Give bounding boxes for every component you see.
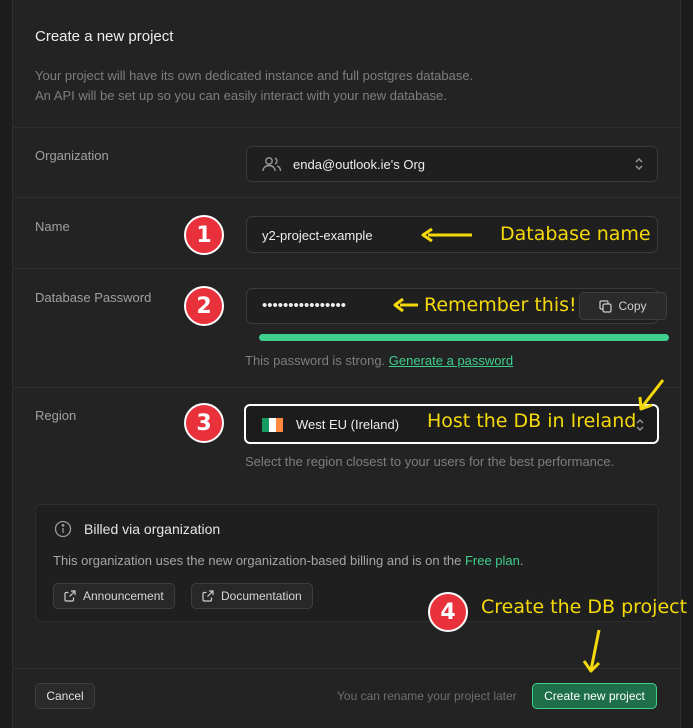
annotation-database-name: Database name	[500, 223, 651, 245]
info-icon	[54, 520, 72, 538]
step-1-badge: 1	[184, 215, 224, 255]
description-line-2: An API will be set up so you can easily …	[35, 88, 447, 103]
copy-icon	[599, 299, 613, 313]
password-strength-bar	[259, 334, 669, 341]
dialog-title: Create a new project	[35, 28, 174, 45]
region-value: West EU (Ireland)	[296, 417, 400, 432]
external-link-icon	[64, 590, 76, 602]
documentation-label: Documentation	[221, 589, 302, 603]
create-project-dialog: Create a new project Your project will h…	[12, 0, 681, 728]
copy-label: Copy	[618, 299, 647, 313]
name-label: Name	[35, 219, 70, 234]
free-plan-link[interactable]: Free plan	[465, 553, 520, 568]
billing-suffix: .	[519, 553, 524, 568]
region-hint: Select the region closest to your users …	[245, 454, 615, 469]
ireland-flag-icon	[262, 418, 283, 432]
organization-value: enda@outlook.ie's Org	[293, 157, 426, 172]
password-value: ••••••••••••••••	[262, 297, 347, 314]
dialog-description: Your project will have its own dedicated…	[35, 66, 473, 106]
arrow-left-icon	[393, 298, 418, 312]
section-divider	[13, 197, 680, 198]
section-divider	[13, 387, 680, 388]
organization-select[interactable]: enda@outlook.ie's Org	[246, 146, 658, 182]
region-label: Region	[35, 408, 77, 423]
section-divider	[13, 268, 680, 269]
password-strength-hint: This password is strong. Generate a pass…	[245, 353, 513, 368]
arrow-down-icon	[582, 629, 601, 673]
step-4-badge: 4	[428, 592, 468, 632]
dialog-header: Create a new project Your project will h…	[13, 0, 680, 128]
billing-text: This organization uses the new organizat…	[53, 553, 524, 568]
organization-label: Organization	[35, 148, 109, 163]
billing-description: This organization uses the new organizat…	[53, 553, 462, 568]
arrow-left-icon	[421, 228, 472, 242]
billing-title: Billed via organization	[84, 521, 221, 537]
create-new-project-button[interactable]: Create new project	[532, 683, 657, 709]
external-link-icon	[202, 590, 214, 602]
announcement-button[interactable]: Announcement	[53, 583, 175, 609]
chevron-updown-icon	[634, 157, 644, 171]
step-2-badge: 2	[184, 286, 224, 326]
cancel-button[interactable]: Cancel	[35, 683, 95, 709]
copy-password-button[interactable]: Copy	[579, 292, 667, 320]
arrow-down-left-icon	[638, 379, 665, 411]
description-line-1: Your project will have its own dedicated…	[35, 68, 474, 83]
chevron-updown-icon	[635, 418, 645, 432]
step-3-badge: 3	[184, 403, 224, 443]
annotation-create-project: Create the DB project	[481, 596, 688, 618]
annotation-remember-this: Remember this!	[424, 294, 577, 316]
annotation-host-ireland: Host the DB in Ireland	[427, 410, 637, 432]
password-label: Database Password	[35, 290, 152, 305]
documentation-button[interactable]: Documentation	[191, 583, 313, 609]
announcement-label: Announcement	[83, 589, 164, 603]
generate-password-link[interactable]: Generate a password	[389, 353, 513, 368]
project-name-value: y2-project-example	[262, 228, 373, 243]
password-strength-text: This password is strong.	[245, 353, 386, 368]
users-icon	[262, 156, 282, 173]
rename-hint: You can rename your project later	[337, 689, 517, 703]
